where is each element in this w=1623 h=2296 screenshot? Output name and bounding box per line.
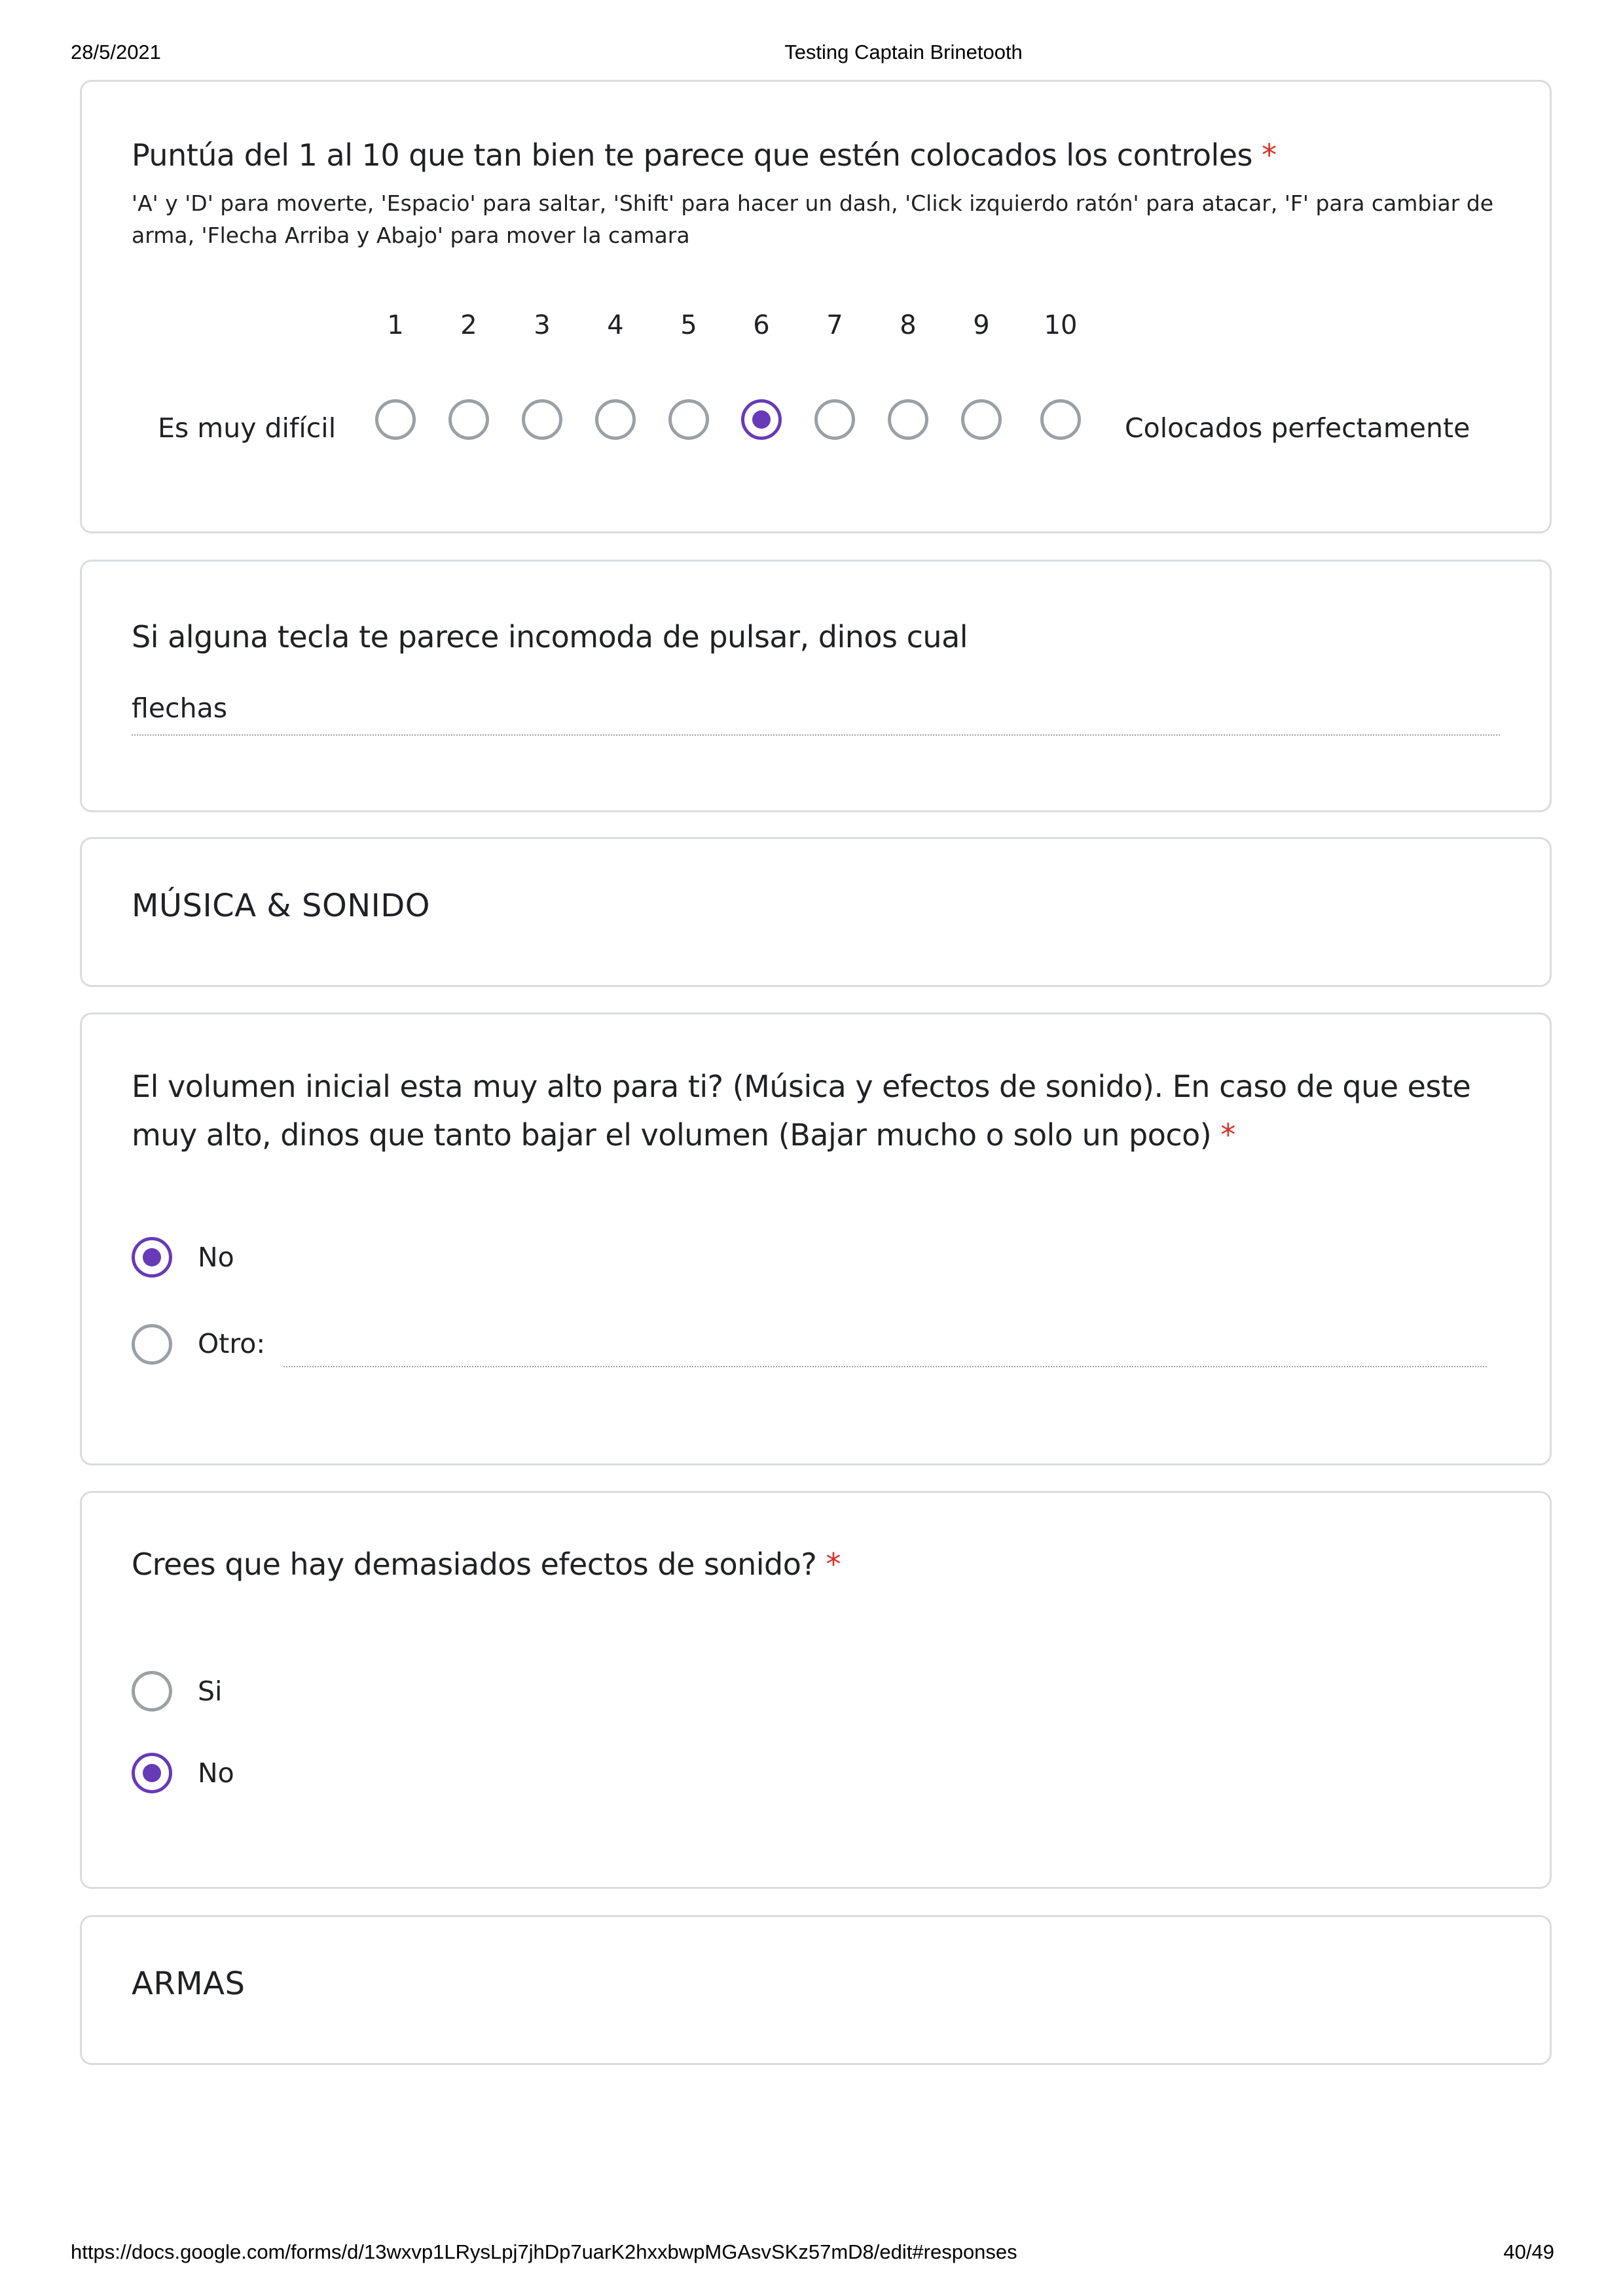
scale-number-8: 8 <box>900 310 917 340</box>
radio-dot <box>143 1248 161 1266</box>
section-card-music: MÚSICA & SONIDO <box>80 837 1552 987</box>
scale-radio-1[interactable] <box>375 399 416 440</box>
radio-dot <box>752 410 771 429</box>
print-url: https://docs.google.com/forms/d/13wxvp1L… <box>71 2240 1017 2263</box>
question-title: Si alguna tecla te parece incomoda de pu… <box>132 619 968 655</box>
scale-radio-9[interactable] <box>961 399 1002 440</box>
print-title: Testing Captain Brinetooth <box>784 41 1023 63</box>
scale-number-2: 2 <box>460 310 477 340</box>
option-label-si: Si <box>198 1676 223 1707</box>
option-radio-no[interactable] <box>132 1237 172 1278</box>
scale-radio-3[interactable] <box>522 399 562 440</box>
scale-radio-10[interactable] <box>1040 399 1081 440</box>
scale-number-9: 9 <box>973 310 990 340</box>
question-title-line-1: El volumen inicial esta muy alto para ti… <box>132 1069 1471 1104</box>
scale-radio-4[interactable] <box>595 399 636 440</box>
other-input-underline[interactable] <box>283 1366 1487 1367</box>
option-radio-no[interactable] <box>132 1753 172 1793</box>
question-card-volume: El volumen inicial esta muy alto para ti… <box>80 1013 1552 1465</box>
scale-number-1: 1 <box>387 310 404 340</box>
scale-radio-6[interactable] <box>741 399 782 440</box>
option-label-no: No <box>198 1242 234 1273</box>
answer-underline <box>132 734 1500 736</box>
question-title-text: Crees que hay demasiados efectos de soni… <box>132 1547 817 1582</box>
scale-number-6: 6 <box>753 310 770 340</box>
scale-low-label: Es muy difícil <box>158 412 337 444</box>
option-label-no: No <box>198 1757 234 1789</box>
scale-number-10: 10 <box>1044 310 1078 340</box>
scale-number-5: 5 <box>680 310 697 340</box>
section-card-weapons: ARMAS <box>80 1915 1552 2065</box>
question-title-text: Puntúa del 1 al 10 que tan bien te parec… <box>132 137 1253 173</box>
print-page-number: 40/49 <box>1503 2240 1554 2263</box>
print-footer: https://docs.google.com/forms/d/13wxvp1L… <box>0 2240 1623 2267</box>
scale-high-label: Colocados perfectamente <box>1125 412 1470 444</box>
required-asterisk: * <box>826 1547 841 1582</box>
scale-radio-8[interactable] <box>888 399 928 440</box>
question-card-keys: Si alguna tecla te parece incomoda de pu… <box>80 560 1552 812</box>
scale-radio-2[interactable] <box>448 399 489 440</box>
scale-radio-7[interactable] <box>814 399 855 440</box>
scale-radio-5[interactable] <box>668 399 709 440</box>
required-asterisk: * <box>1262 137 1277 173</box>
scale-number-4: 4 <box>607 310 624 340</box>
option-label-other: Otro: <box>198 1328 266 1359</box>
option-radio-other[interactable] <box>132 1324 172 1365</box>
question-title: Puntúa del 1 al 10 que tan bien te parec… <box>132 131 1277 179</box>
question-description: 'A' y 'D' para moverte, 'Espacio' para s… <box>132 190 1494 248</box>
option-radio-si[interactable] <box>132 1671 172 1712</box>
section-title: MÚSICA & SONIDO <box>132 888 431 924</box>
question-title: El volumen inicial esta muy alto para ti… <box>132 1062 1471 1159</box>
radio-dot <box>143 1764 161 1782</box>
answer-text: flechas <box>132 692 228 724</box>
scale-number-3: 3 <box>534 310 551 340</box>
question-title-line-2: muy alto, dinos que tanto bajar el volum… <box>132 1117 1212 1153</box>
question-title: Crees que hay demasiados efectos de soni… <box>132 1540 841 1588</box>
scale-number-7: 7 <box>826 310 843 340</box>
question-card-controls: Puntúa del 1 al 10 que tan bien te parec… <box>80 80 1552 533</box>
section-title: ARMAS <box>132 1965 246 2002</box>
required-asterisk: * <box>1220 1117 1235 1153</box>
question-card-effects: Crees que hay demasiados efectos de soni… <box>80 1491 1552 1889</box>
print-header: 28/5/2021 Testing Captain Brinetooth <box>0 41 1623 67</box>
